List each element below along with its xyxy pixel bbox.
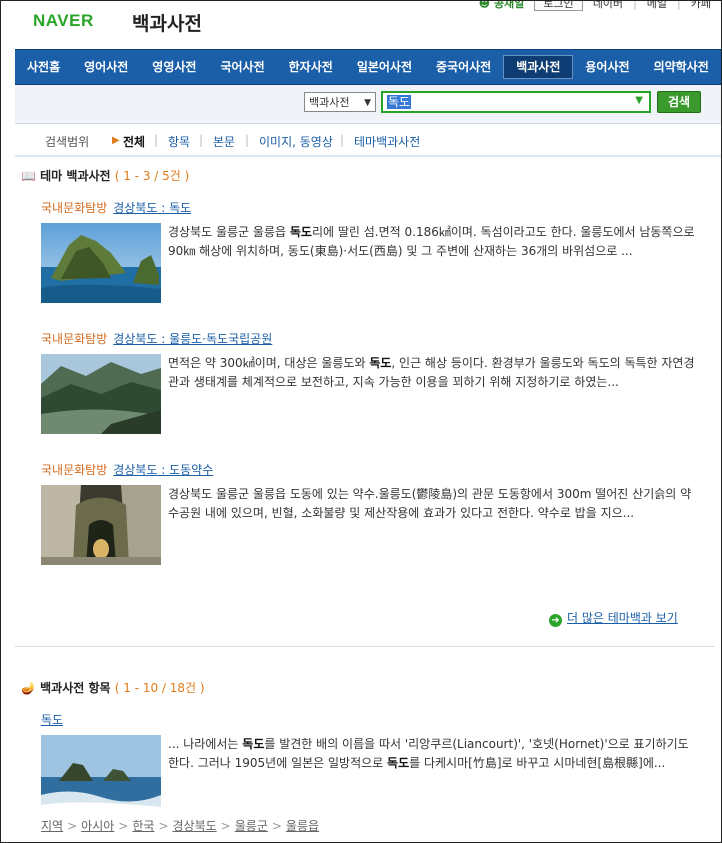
result-title[interactable]: 경상북도 : 도동약수 xyxy=(113,463,213,477)
dictionary-select[interactable]: 백과사전 ▼ xyxy=(304,92,376,112)
encyclopedia-result-1: 독도 ... 나라에서는 독도를 발견한 배의 이름을 따서 '리앙쿠르(Lia… xyxy=(41,711,711,815)
theme-result-2: 국내문화탐방 경상북도 : 울릉도·독도국립공원 면적은 약 300㎢이며, 대상… xyxy=(41,330,711,434)
breadcrumb-item[interactable]: 울릉군 xyxy=(235,819,268,833)
search-input[interactable]: 독도 ▼ xyxy=(381,91,651,113)
scope-media[interactable]: 이미지, 동영상 xyxy=(259,133,333,150)
top-bar: NAVER 백과사전 ☻ 공채일 로그인 네이버 | 메일 | 카페 xyxy=(1,1,721,45)
result-description: 경상북도 울릉군 울릉읍 독도리에 딸린 섬.면적 0.186㎢이며. 독섬이라… xyxy=(168,225,695,258)
breadcrumb: 지역 > 아시아 > 한국 > 경상북도 > 울릉군 > 울릉읍 xyxy=(41,819,320,833)
spring-thumbnail[interactable] xyxy=(41,485,161,565)
book-icon: 📖 xyxy=(21,169,36,183)
search-scope-filters: 검색범위 ▶ 전체 | 항목 | 본문 | 이미지, 동영상 | 테마백과사전 xyxy=(15,127,721,157)
nav-hanja[interactable]: 한자사전 xyxy=(277,56,345,78)
top-link-cafe[interactable]: 카페 xyxy=(691,1,711,11)
nav-japanese[interactable]: 일본어사전 xyxy=(345,56,424,78)
nav-chinese[interactable]: 중국어사전 xyxy=(424,56,503,78)
login-button[interactable]: 로그인 xyxy=(534,1,583,11)
result-category[interactable]: 국내문화탐방 xyxy=(41,463,107,477)
breadcrumb-item[interactable]: 지역 xyxy=(41,819,63,833)
breadcrumb-item[interactable]: 경상북도 xyxy=(173,819,217,833)
search-value: 독도 xyxy=(387,95,412,109)
naver-logo[interactable]: NAVER xyxy=(33,11,94,31)
result-description: 면적은 약 300㎢이며, 대상은 울릉도와 독도, 인근 해상 등이다. 환경… xyxy=(168,356,695,389)
result-description: ... 나라에서는 독도를 발견한 배의 이름을 따서 '리앙쿠르(Lianco… xyxy=(168,737,689,770)
nav-english[interactable]: 영어사전 xyxy=(72,56,140,78)
scope-body[interactable]: 본문 xyxy=(213,133,235,150)
nav-terms[interactable]: 용어사전 xyxy=(573,56,641,78)
autocomplete-toggle-icon[interactable]: ▼ xyxy=(635,95,643,106)
breadcrumb-item[interactable]: 울릉읍 xyxy=(286,819,319,833)
scope-theme[interactable]: 테마백과사전 xyxy=(354,133,420,150)
arrow-right-icon: ➜ xyxy=(549,614,562,627)
scope-entries[interactable]: 항목 xyxy=(168,133,190,150)
more-theme-link[interactable]: ➜ 더 많은 테마백과 보기 xyxy=(549,609,678,627)
national-park-thumbnail[interactable] xyxy=(41,354,161,434)
result-category[interactable]: 국내문화탐방 xyxy=(41,332,107,346)
nav-medical[interactable]: 의약학사전 xyxy=(642,56,721,78)
breadcrumb-item[interactable]: 한국 xyxy=(132,819,154,833)
chevron-down-icon: ▼ xyxy=(364,98,371,108)
search-bar: 백과사전 ▼ 독도 ▼ 검색 xyxy=(15,85,721,124)
top-link-mail[interactable]: 메일 xyxy=(647,1,667,11)
dictionary-nav: 사전홈 영어사전 영영사전 국어사전 한자사전 일본어사전 중국어사전 백과사전… xyxy=(15,49,721,85)
top-link-naver[interactable]: 네이버 xyxy=(593,1,623,11)
dokdo-sea-thumbnail[interactable] xyxy=(41,735,161,815)
result-title[interactable]: 경상북도 : 울릉도·독도국립공원 xyxy=(113,332,272,346)
nav-korean[interactable]: 국어사전 xyxy=(208,56,276,78)
result-title[interactable]: 경상북도 : 독도 xyxy=(113,201,191,215)
gongjeil-link[interactable]: ☻ 공채일 xyxy=(479,1,525,11)
theme-result-3: 국내문화탐방 경상북도 : 도동약수 경상북도 울릉군 울릉읍 도동에 있는 약수… xyxy=(41,461,711,565)
browser-frame: NAVER 백과사전 ☻ 공채일 로그인 네이버 | 메일 | 카페 사전홈 영… xyxy=(0,0,722,843)
theme-section-title: 📖 테마 백과사전 ( 1 - 3 / 5건 ) xyxy=(21,169,190,183)
theme-count: ( 1 - 3 / 5건 ) xyxy=(114,169,190,183)
service-title[interactable]: 백과사전 xyxy=(132,9,202,36)
result-description: 경상북도 울릉군 울릉읍 도동에 있는 약수.울릉도(鬱陵島)의 관문 도동항에… xyxy=(168,487,692,520)
scope-all[interactable]: 전체 xyxy=(123,133,145,150)
selected-arrow-icon: ▶ xyxy=(112,135,120,146)
search-button[interactable]: 검색 xyxy=(657,91,701,113)
lamp-icon: 🪔 xyxy=(21,681,36,695)
top-links: ☻ 공채일 로그인 네이버 | 메일 | 카페 xyxy=(479,1,711,11)
encyclopedia-count: ( 1 - 10 / 18건 ) xyxy=(114,681,205,695)
nav-encyclopedia[interactable]: 백과사전 xyxy=(503,55,574,79)
result-title[interactable]: 독도 xyxy=(41,713,63,727)
theme-result-1: 국내문화탐방 경상북도 : 독도 경상북도 울릉군 울릉읍 독도리에 딸린 섬.면… xyxy=(41,199,711,303)
breadcrumb-item[interactable]: 아시아 xyxy=(81,819,114,833)
dokdo-thumbnail[interactable] xyxy=(41,223,161,303)
section-divider xyxy=(15,646,715,647)
result-category[interactable]: 국내문화탐방 xyxy=(41,201,107,215)
encyclopedia-section-title: 🪔 백과사전 항목 ( 1 - 10 / 18건 ) xyxy=(21,681,205,695)
scope-label: 검색범위 xyxy=(45,135,90,149)
nav-english-english[interactable]: 영영사전 xyxy=(140,56,208,78)
nav-dict-home[interactable]: 사전홈 xyxy=(15,56,72,78)
